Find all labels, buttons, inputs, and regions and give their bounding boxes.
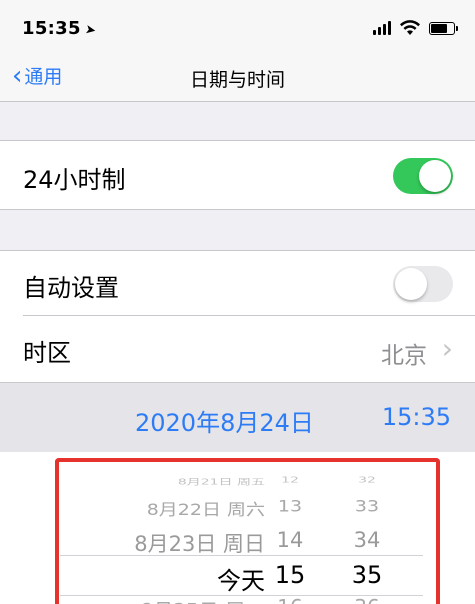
- picker-hour: 12: [281, 476, 299, 485]
- picker-hour: 15: [274, 561, 306, 589]
- picker-date: 8月25日 周二: [140, 595, 265, 604]
- timezone-label: 时区: [23, 339, 71, 367]
- selected-date[interactable]: 2020年8月24日: [135, 403, 314, 438]
- auto-set-toggle[interactable]: [393, 266, 453, 302]
- picker-hour: 13: [277, 497, 303, 516]
- selected-time[interactable]: 15:35: [382, 403, 451, 431]
- hour24-label: 24小时制: [23, 166, 126, 194]
- location-arrow-icon: ➤: [83, 22, 98, 39]
- auto-set-row: 自动设置: [0, 250, 475, 316]
- picker-minute: 33: [354, 497, 380, 516]
- status-time: 15:35 ➤: [22, 18, 98, 39]
- battery-icon: [429, 21, 458, 35]
- picker-minute: 34: [353, 528, 381, 552]
- picker-hour: 16: [270, 595, 310, 604]
- picker-minute: 32: [358, 476, 376, 485]
- picker-minute: 36: [345, 595, 389, 604]
- picker-date: 8月22日 周六: [146, 500, 265, 520]
- timezone-value: 北京: [381, 343, 427, 369]
- wifi-icon: [400, 20, 420, 35]
- hour24-row: 24小时制: [0, 140, 475, 210]
- datetime-display: 2020年8月24日 15:35: [0, 382, 475, 452]
- picker-minute: 35: [351, 561, 383, 589]
- hour24-toggle[interactable]: [393, 158, 453, 194]
- picker-hour: 14: [276, 528, 304, 552]
- status-bar: 15:35 ➤: [0, 0, 475, 52]
- status-icons: [373, 20, 458, 36]
- cellular-signal-icon: [373, 21, 391, 35]
- picker-date: 今天: [217, 567, 265, 595]
- status-time-text: 15:35: [22, 18, 81, 39]
- timezone-row[interactable]: 时区 北京 ›: [0, 316, 475, 382]
- datetime-picker[interactable]: 8月21日 周五 12 32 8月22日 周六 13 33 8月23日 周日 1…: [0, 452, 475, 604]
- auto-set-label: 自动设置: [23, 274, 119, 302]
- picker-date: 8月23日 周日: [134, 532, 265, 556]
- toggle-knob: [419, 160, 451, 192]
- navigation-bar: ‹ 通用 日期与时间: [0, 52, 475, 102]
- chevron-right-icon: ›: [441, 332, 453, 365]
- picker-date: 8月21日 周五: [177, 477, 265, 487]
- page-title: 日期与时间: [189, 69, 285, 91]
- toggle-knob: [395, 268, 427, 300]
